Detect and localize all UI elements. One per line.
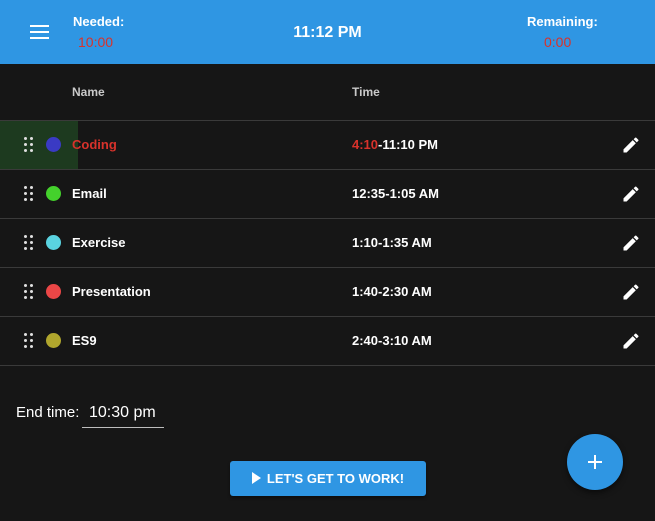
task-row[interactable]: ES9 2:40-3:10 AM — [0, 317, 655, 365]
app-root: Needed: 10:00 11:12 PM Remaining: 0:00 N… — [0, 0, 655, 521]
end-time-label: End time: — [16, 404, 80, 421]
task-time-range: 2:40-3:10 AM — [352, 333, 432, 348]
task-color-dot — [46, 137, 61, 152]
drag-handle-icon[interactable] — [24, 186, 34, 201]
pencil-icon[interactable] — [621, 282, 641, 302]
task-time: 4:10-11:10 PM — [352, 137, 438, 152]
active-task-highlight — [0, 121, 78, 169]
end-time-input[interactable] — [82, 398, 164, 428]
top-bar: Needed: 10:00 11:12 PM Remaining: 0:00 — [0, 0, 655, 64]
task-color-dot — [46, 186, 61, 201]
task-name: Email — [72, 186, 107, 201]
task-name: Presentation — [72, 284, 151, 299]
column-header-name: Name — [72, 85, 105, 99]
plus-icon-stroke — [594, 455, 596, 469]
column-header-time: Time — [352, 85, 380, 99]
task-time-range: -11:10 PM — [378, 137, 439, 152]
pencil-icon[interactable] — [621, 233, 641, 253]
add-task-button[interactable] — [567, 434, 623, 490]
drag-handle-icon[interactable] — [24, 137, 34, 152]
task-time-range: 12:35-1:05 AM — [352, 186, 439, 201]
task-row[interactable]: Email 12:35-1:05 AM — [0, 170, 655, 218]
task-time: 12:35-1:05 AM — [352, 186, 439, 201]
remaining-label: Remaining: — [527, 14, 598, 29]
task-name: Coding — [72, 137, 117, 152]
pencil-icon[interactable] — [621, 135, 641, 155]
remaining-value: 0:00 — [544, 34, 572, 50]
task-time-range: 1:10-1:35 AM — [352, 235, 432, 250]
task-row[interactable]: Presentation 1:40-2:30 AM — [0, 268, 655, 316]
task-color-dot — [46, 235, 61, 250]
drag-handle-icon[interactable] — [24, 284, 34, 299]
task-time: 2:40-3:10 AM — [352, 333, 432, 348]
task-color-dot — [46, 333, 61, 348]
play-icon — [251, 472, 261, 485]
task-time-start: 4:10 — [352, 137, 379, 152]
start-work-button[interactable]: LET'S GET TO WORK! — [230, 461, 426, 496]
drag-handle-icon[interactable] — [24, 333, 34, 348]
task-row[interactable]: Exercise 1:10-1:35 AM — [0, 219, 655, 267]
task-name: ES9 — [72, 333, 97, 348]
task-row[interactable]: Coding 4:10-11:10 PM — [0, 121, 655, 169]
task-time: 1:40-2:30 AM — [352, 284, 432, 299]
task-color-dot — [46, 284, 61, 299]
task-time: 1:10-1:35 AM — [352, 235, 432, 250]
divider — [0, 365, 655, 366]
task-name: Exercise — [72, 235, 126, 250]
pencil-icon[interactable] — [621, 184, 641, 204]
task-time-range: 1:40-2:30 AM — [352, 284, 432, 299]
drag-handle-icon[interactable] — [24, 235, 34, 250]
pencil-icon[interactable] — [621, 331, 641, 351]
start-work-label: LET'S GET TO WORK! — [266, 471, 405, 487]
